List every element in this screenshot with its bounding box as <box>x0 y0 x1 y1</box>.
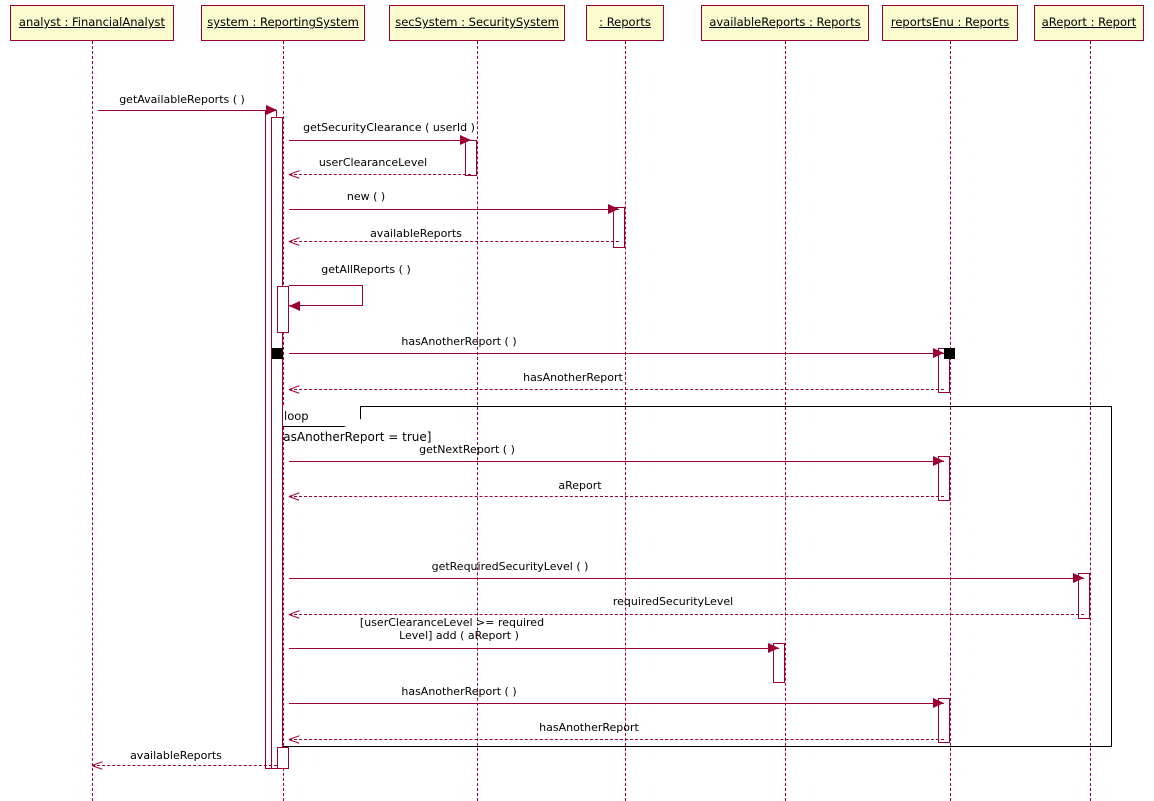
message-label-m4: new ( ) <box>346 190 386 203</box>
arrowhead-return <box>92 760 102 770</box>
message-line-m14 <box>289 703 944 704</box>
arrowhead-return <box>289 384 299 394</box>
message-label-m15: hasAnotherReport <box>539 721 639 734</box>
message-label-m6: getAllReports ( ) <box>321 263 411 276</box>
arrowhead-return <box>289 491 299 501</box>
message-start-marker <box>272 348 283 359</box>
arrowhead-call <box>933 698 944 708</box>
return-message-line-m3 <box>289 174 471 175</box>
message-label-m9: getNextReport ( ) <box>419 443 515 456</box>
return-message-line-m16 <box>92 765 277 766</box>
message-label-m2: getSecurityClearance ( userId ) <box>303 121 475 134</box>
arrowhead-call <box>266 105 277 115</box>
return-message-line-m15 <box>289 739 944 740</box>
message-label-m14: hasAnotherReport ( ) <box>401 685 517 698</box>
message-label-m1: getAvailableReports ( ) <box>119 93 245 106</box>
message-label-m11: getRequiredSecurityLevel ( ) <box>431 560 589 573</box>
participant-label: availableReports : Reports <box>709 15 861 30</box>
participant-label: secSystem : SecuritySystem <box>395 15 559 30</box>
participant-label: system : ReportingSystem <box>207 15 359 30</box>
return-message-line-m12 <box>289 614 1084 615</box>
arrowhead-call <box>608 204 619 214</box>
arrowhead-self <box>289 301 300 311</box>
activation-bar-system <box>277 747 289 769</box>
arrowhead-call <box>933 456 944 466</box>
participant-system[interactable]: system : ReportingSystem <box>201 5 365 41</box>
message-label-m13: [userClearanceLevel >= required Level] a… <box>359 616 545 642</box>
arrowhead-call <box>768 643 779 653</box>
participant-availableReports[interactable]: availableReports : Reports <box>701 5 869 41</box>
activation-bar-system <box>271 117 283 769</box>
message-label-m3: userClearanceLevel <box>318 156 428 169</box>
arrowhead-return <box>289 169 299 179</box>
message-end-marker <box>944 348 955 359</box>
message-label-m12: requiredSecurityLevel <box>612 595 734 608</box>
message-line-m13 <box>289 648 779 649</box>
message-line-m7 <box>289 353 944 354</box>
participant-label: aReport : Report <box>1041 15 1137 30</box>
sequence-diagram-canvas: analyst : FinancialAnalyst system : Repor… <box>0 0 1154 801</box>
return-message-line-m5 <box>289 241 619 242</box>
message-line-m1 <box>98 110 277 111</box>
arrowhead-return <box>289 609 299 619</box>
message-line-m2 <box>289 140 471 141</box>
message-line-m9 <box>289 461 944 462</box>
participant-reports[interactable]: : Reports <box>586 5 664 41</box>
loop-fragment <box>266 406 1112 747</box>
arrowhead-call <box>933 348 944 358</box>
message-label-m7: hasAnotherReport ( ) <box>401 335 517 348</box>
participant-label: analyst : FinancialAnalyst <box>18 15 166 30</box>
message-line-m4 <box>289 209 619 210</box>
return-message-line-m10 <box>289 496 944 497</box>
arrowhead-return <box>289 236 299 246</box>
arrowhead-return <box>289 734 299 744</box>
participant-secSystem[interactable]: secSystem : SecuritySystem <box>389 5 565 41</box>
participant-reportsEnu[interactable]: reportsEnu : Reports <box>882 5 1018 41</box>
participant-analyst[interactable]: analyst : FinancialAnalyst <box>10 5 174 41</box>
participant-label: : Reports <box>599 15 651 30</box>
lifeline-analyst <box>92 41 93 801</box>
activation-bar-secSystem <box>465 140 477 176</box>
message-line-m11 <box>289 578 1084 579</box>
arrowhead-call <box>460 135 471 145</box>
loop-fragment-guard: [hasAnotherReport = true] <box>271 430 432 444</box>
arrowhead-call <box>1073 573 1084 583</box>
participant-label: reportsEnu : Reports <box>890 15 1010 30</box>
message-label-m16: availableReports <box>130 749 222 762</box>
return-message-line-m8 <box>289 389 944 390</box>
participant-aReport[interactable]: aReport : Report <box>1034 5 1144 41</box>
self-message-line <box>289 285 363 306</box>
activation-bar-system <box>277 286 289 333</box>
message-label-m5: availableReports <box>370 227 462 240</box>
message-label-m8: hasAnotherReport <box>523 371 623 384</box>
message-label-m10: aReport <box>558 479 602 492</box>
